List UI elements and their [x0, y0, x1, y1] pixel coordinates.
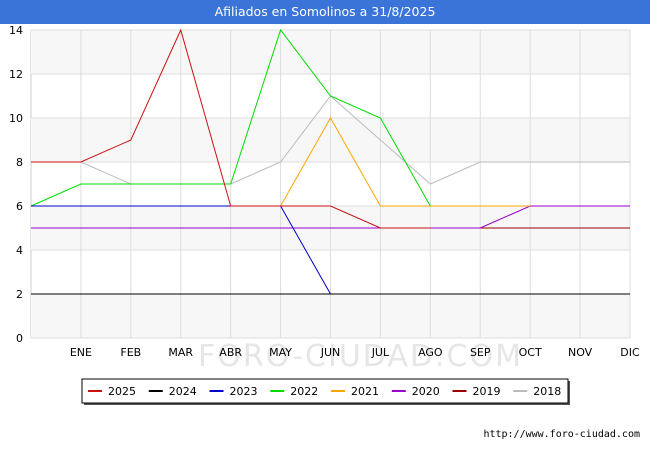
y-tick-label: 14 [9, 24, 23, 37]
x-tick-label: JUL [371, 346, 390, 359]
x-tick-label: FEB [120, 346, 141, 359]
legend-label-2020: 2020 [412, 385, 440, 398]
legend-label-2023: 2023 [230, 385, 258, 398]
y-tick-label: 8 [16, 156, 23, 169]
footer-url: http://www.foro-ciudad.com [483, 429, 640, 440]
y-tick-label: 2 [16, 288, 23, 301]
line-chart: FORO-CIUDAD.COM 02468101214ENE FEB MAR ABR M… [9, 24, 640, 405]
legend-label-2024: 2024 [169, 385, 197, 398]
legend-label-2022: 2022 [290, 385, 318, 398]
y-tick-label: 12 [9, 68, 23, 81]
x-tick-label: MAR [168, 346, 193, 359]
y-tick-label: 6 [16, 200, 23, 213]
x-tick-label: JUN [320, 346, 341, 359]
legend-label-2025: 2025 [108, 385, 136, 398]
x-tick-label: ENE [70, 346, 92, 359]
x-tick-label: SEP [470, 346, 491, 359]
x-tick-label: DIC [620, 346, 640, 359]
y-tick-label: 4 [16, 244, 23, 257]
x-tick-label: NOV [568, 346, 593, 359]
y-tick-label: 10 [9, 112, 23, 125]
x-tick-label: MAY [269, 346, 292, 359]
legend-label-2019: 2019 [473, 385, 501, 398]
x-tick-label: OCT [519, 346, 542, 359]
legend-label-2018: 2018 [533, 385, 561, 398]
x-tick-label: AGO [418, 346, 443, 359]
legend-label-2021: 2021 [351, 385, 379, 398]
x-tick-label: ABR [219, 346, 242, 359]
y-tick-label: 0 [16, 332, 23, 345]
